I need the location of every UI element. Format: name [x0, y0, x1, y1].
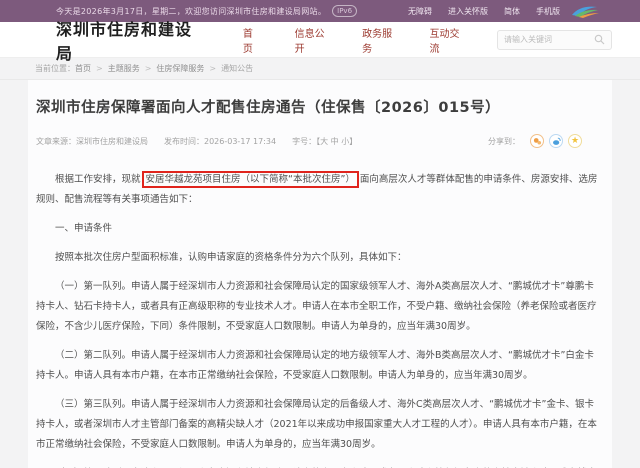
highlighted-project-text: 安居华越龙苑项目住房（以下简称“本批次住房”）	[142, 171, 359, 188]
fontsize-bracket: 】	[349, 137, 357, 146]
article-paragraph: （三）第三队列。申请人属于经深圳市人力资源和社会保障局认定的后备级人才、海外C类…	[36, 395, 602, 455]
breadcrumb-item-theme-services[interactable]: 主题服务	[108, 63, 140, 74]
source-label: 文章来源：	[36, 137, 76, 146]
source-value: 深圳市住房和建设局	[76, 137, 148, 146]
breadcrumb-separator: >	[145, 64, 152, 73]
article-paragraph: （一）第一队列。申请人属于经深圳市人力资源和社会保障局认定的国家级领军人才、海外…	[36, 277, 602, 337]
site-title: 深圳市住房和建设局	[56, 16, 193, 64]
fontsize-label: 字号：	[292, 137, 316, 146]
fontsize-control: 字号：【大 中 小】	[292, 136, 357, 147]
breadcrumb-item-notices: 通知公告	[221, 63, 253, 74]
weibo-share-icon[interactable]	[549, 134, 563, 148]
section-heading: 一、申请条件	[36, 219, 602, 239]
article-publish-time: 发布时间：2026-03-17 17:34	[164, 136, 276, 147]
breadcrumb-label: 当前位置：	[35, 63, 75, 74]
ipv6-badge: IPv6	[332, 5, 357, 17]
care-version-link[interactable]: 进入关怀版	[448, 6, 488, 17]
nav-item-gov-services[interactable]: 政务服务	[362, 25, 393, 55]
simplified-chinese-link[interactable]: 简体	[504, 6, 520, 17]
article-paragraph: （二）第二队列。申请人属于经深圳市人力资源和社会保障局认定的地方级领军人才、海外…	[36, 346, 602, 386]
fontsize-large-button[interactable]: 大	[320, 137, 328, 146]
article-paragraph: （四）第四队列。申请人属于经区人力资源和社会保障局认定的高层次人才，或者区人才主…	[36, 464, 602, 468]
article-paragraph: 按照本批次住房户型面积标准，认购申请家庭的资格条件分为六个队列，具体如下：	[36, 248, 602, 268]
breadcrumb-separator: >	[209, 64, 216, 73]
fontsize-small-button[interactable]: 小	[341, 137, 349, 146]
fontsize-medium-button[interactable]: 中	[331, 137, 339, 146]
article-paragraph: 根据工作安排，现就安居华越龙苑项目住房（以下简称“本批次住房”）面向高层次人才等…	[36, 170, 602, 210]
article-meta: 文章来源：深圳市住房和建设局 发布时间：2026-03-17 17:34 字号：…	[36, 134, 604, 148]
paragraph-text: 根据工作安排，现就	[55, 174, 141, 185]
wechat-share-icon[interactable]	[530, 134, 544, 148]
main-nav: 首页 信息公开 政务服务 互动交流	[243, 25, 497, 55]
site-search[interactable]	[497, 30, 612, 50]
mobile-version-link[interactable]: 手机版	[536, 6, 560, 17]
page-title: 深圳市住房保障署面向人才配售住房通告（住保售〔2026〕015号）	[36, 96, 604, 117]
time-value: 2026-03-17 17:34	[204, 137, 276, 146]
breadcrumb-item-home[interactable]: 首页	[75, 63, 91, 74]
nav-item-home[interactable]: 首页	[243, 25, 259, 55]
favorite-star-icon[interactable]: ★	[568, 134, 582, 148]
article-body: 根据工作安排，现就安居华越龙苑项目住房（以下简称“本批次住房”）面向高层次人才等…	[36, 170, 604, 468]
article-card: 深圳市住房保障署面向人才配售住房通告（住保售〔2026〕015号） 文章来源：深…	[28, 80, 612, 468]
accessibility-link[interactable]: 无障碍	[408, 6, 432, 17]
breadcrumb-separator: >	[96, 64, 103, 73]
nav-item-interaction[interactable]: 互动交流	[430, 25, 461, 55]
share-label: 分享到：	[488, 136, 520, 147]
time-label: 发布时间：	[164, 137, 204, 146]
nav-item-info-disclosure[interactable]: 信息公开	[295, 25, 326, 55]
article-source: 文章来源：深圳市住房和建设局	[36, 136, 148, 147]
search-input[interactable]	[504, 35, 594, 44]
share-bar: 分享到： ★	[488, 134, 582, 148]
site-header: 深圳市住房和建设局 首页 信息公开 政务服务 互动交流	[0, 22, 640, 58]
search-icon[interactable]	[594, 34, 605, 45]
shenzhen-gov-logo[interactable]	[570, 3, 600, 19]
breadcrumb-item-housing-security[interactable]: 住房保障服务	[156, 63, 204, 74]
